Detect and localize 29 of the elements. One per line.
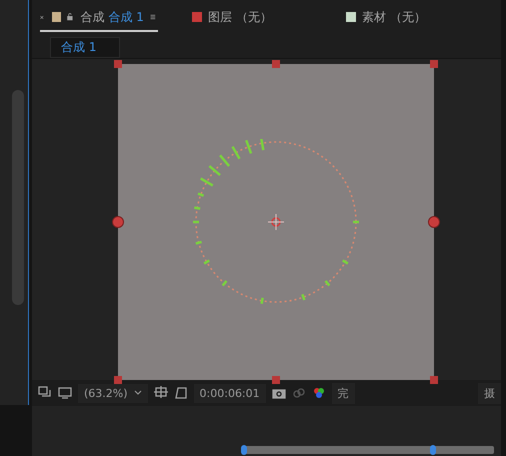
transform-handle[interactable] — [430, 376, 438, 384]
color-channels-icon[interactable] — [312, 386, 326, 400]
caret-icon — [134, 390, 142, 396]
transform-handle[interactable] — [430, 60, 438, 68]
toolbar-label: 摄 — [478, 382, 501, 404]
zoom-dropdown[interactable]: (63.2%) — [78, 384, 148, 402]
transform-handle[interactable] — [272, 376, 280, 384]
panel-tab[interactable]: 图层 （无） — [162, 4, 312, 32]
range-handle-icon[interactable] — [430, 445, 436, 455]
transform-handle[interactable] — [114, 376, 122, 384]
timecode-field[interactable]: 0:00:06:01 — [194, 384, 266, 402]
channels-icon[interactable] — [292, 386, 306, 400]
range-handle-icon[interactable] — [241, 445, 247, 455]
monitor-icon[interactable] — [58, 386, 72, 400]
panel-tab[interactable]: 合成 合成 1 — [40, 4, 158, 32]
transform-handle[interactable] — [114, 60, 122, 68]
tab-label: 合成 合成 1 — [80, 8, 144, 26]
mask-icon[interactable] — [174, 386, 188, 400]
panel-tab[interactable]: 素材 （无） — [316, 4, 446, 32]
scrollbar[interactable] — [12, 90, 24, 305]
comp-tab[interactable]: 合成 1 — [50, 36, 120, 58]
tab-label: 图层 （无） — [208, 8, 272, 26]
resolution-dropdown[interactable]: 完 — [332, 382, 355, 404]
crop-icon[interactable] — [154, 386, 168, 400]
transform-handle[interactable] — [112, 216, 124, 228]
tab-label: 素材 （无） — [362, 8, 426, 26]
transform-handle[interactable] — [428, 216, 440, 228]
anchor-point-icon[interactable] — [268, 214, 284, 230]
transform-handle[interactable] — [272, 60, 280, 68]
